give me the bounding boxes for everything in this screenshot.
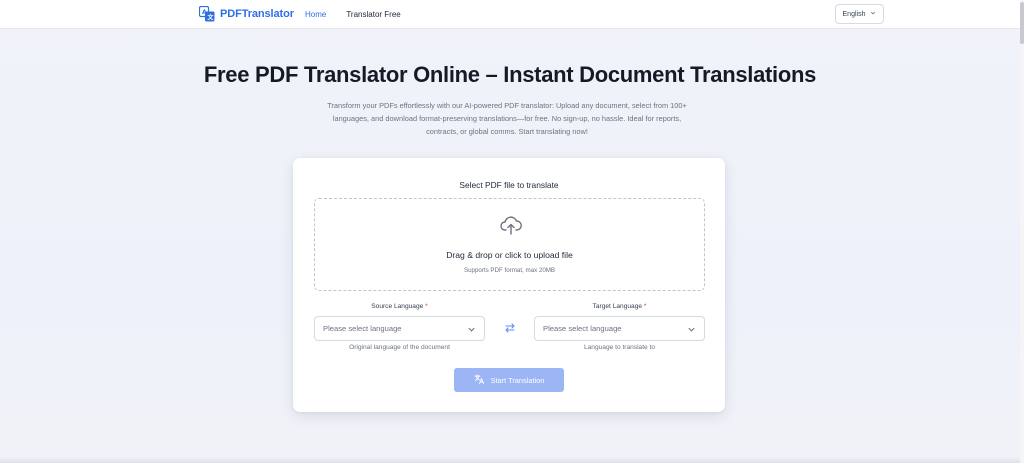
start-translation-label: Start Translation — [490, 375, 545, 385]
target-language-label-text: Target Language — [592, 303, 643, 310]
target-language-select[interactable]: Please select language — [534, 316, 705, 341]
chevron-down-icon — [467, 325, 476, 334]
source-language-placeholder: Please select language — [323, 324, 402, 333]
svg-text:A: A — [202, 9, 207, 16]
dropzone-hint: Supports PDF format, max 20MB — [463, 267, 556, 274]
language-selector[interactable]: English — [835, 4, 884, 24]
target-language-label: Target Language * — [534, 303, 705, 310]
top-navbar: A 文 PDFTranslator Home Translator Free E… — [0, 0, 1024, 29]
source-language-hint: Original language of the document — [349, 344, 450, 351]
language-selector-value: English — [842, 10, 866, 18]
logo-icon: A 文 — [198, 5, 215, 22]
page-title: Free PDF Translator Online – Instant Doc… — [203, 62, 817, 87]
logo-text: PDFTranslator — [220, 8, 294, 20]
source-language-label: Source Language * — [314, 303, 485, 310]
source-language-select[interactable]: Please select language — [314, 316, 485, 341]
scrollbar-thumb[interactable] — [1020, 2, 1024, 44]
nav-translator-free[interactable]: Translator Free — [346, 10, 400, 19]
target-language-placeholder: Please select language — [543, 324, 622, 333]
translator-card: Select PDF file to translate Drag & drop… — [293, 158, 725, 412]
source-language-label-text: Source Language — [371, 303, 424, 310]
svg-text:文: 文 — [207, 14, 215, 22]
main-nav: Home Translator Free — [305, 0, 401, 29]
required-mark: * — [643, 303, 647, 310]
nav-home[interactable]: Home — [305, 10, 326, 19]
cloud-upload-icon — [500, 215, 522, 235]
chevron-down-icon — [870, 10, 876, 18]
target-language-hint: Language to translate to — [583, 344, 656, 351]
next-section-edge — [0, 457, 1020, 463]
start-translation-button[interactable]: Start Translation — [454, 368, 564, 392]
upload-title: Select PDF file to translate — [459, 180, 559, 190]
brand-logo[interactable]: A 文 PDFTranslator — [198, 5, 294, 23]
dropzone-instruction: Drag & drop or click to upload file — [446, 250, 573, 260]
chevron-down-icon — [687, 325, 696, 334]
page-scrollbar[interactable] — [1020, 0, 1024, 463]
swap-icon[interactable] — [503, 321, 517, 335]
translate-icon — [474, 374, 484, 386]
page-description: Transform your PDFs effortlessly with ou… — [327, 101, 687, 136]
required-mark: * — [425, 303, 428, 310]
file-dropzone[interactable]: Drag & drop or click to upload file Supp… — [314, 198, 705, 291]
